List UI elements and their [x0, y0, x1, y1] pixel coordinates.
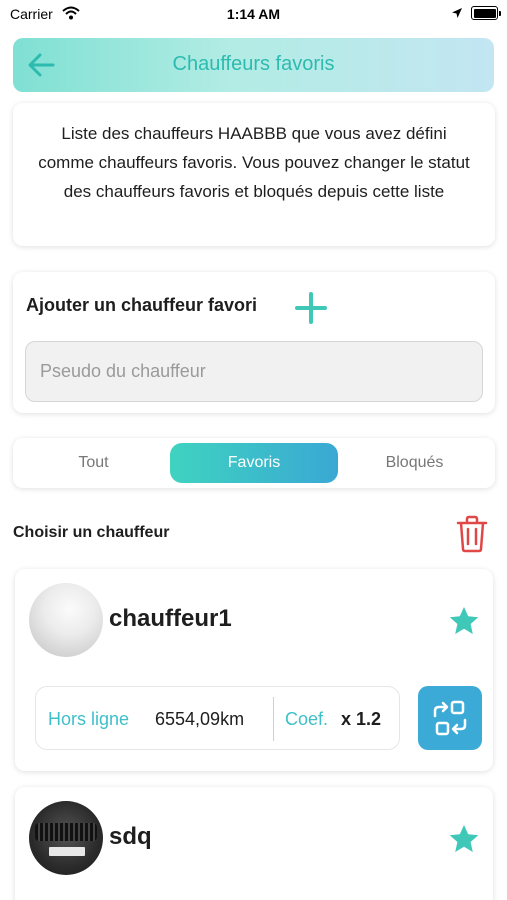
driver-card[interactable]: sdq	[15, 787, 493, 900]
battery-icon	[471, 6, 501, 20]
driver-avatar	[29, 801, 103, 875]
coef-value: x 1.2	[341, 709, 382, 729]
star-icon[interactable]	[448, 823, 480, 855]
info-card: Liste des chauffeurs HAABBB que vous ave…	[13, 103, 495, 246]
swap-icon	[433, 700, 467, 736]
coef-label: Coef.	[285, 709, 329, 729]
plus-icon[interactable]	[295, 292, 327, 324]
status-bar: Carrier 1:14 AM	[0, 0, 507, 30]
star-icon[interactable]	[448, 605, 480, 637]
change-status-button[interactable]	[418, 686, 482, 750]
driver-name: chauffeur1	[109, 605, 232, 632]
section-title: Choisir un chauffeur	[13, 524, 170, 541]
tab-blocked[interactable]: Bloqués	[336, 443, 493, 483]
driver-distance: 6554,09km	[155, 709, 245, 729]
driver-stats: Hors ligne 6554,09km Coef. x 1.2	[35, 686, 400, 750]
driver-status: Hors ligne	[48, 709, 130, 729]
header-bar: Chauffeurs favoris	[13, 38, 494, 92]
trash-icon[interactable]	[455, 515, 489, 553]
tab-all[interactable]: Tout	[15, 443, 172, 483]
add-favorite-title: Ajouter un chauffeur favori	[26, 295, 258, 315]
status-time: 1:14 AM	[226, 6, 281, 22]
add-favorite-card: Ajouter un chauffeur favori	[13, 272, 495, 413]
driver-pseudo-input[interactable]	[25, 341, 483, 402]
driver-card[interactable]: chauffeur1 Hors ligne 6554,09km Coef. x …	[15, 569, 493, 771]
info-text: Liste des chauffeurs HAABBB que vous ave…	[38, 124, 470, 201]
driver-name: sdq	[109, 823, 152, 850]
location-arrow-icon	[452, 8, 462, 18]
stats-divider	[273, 697, 274, 741]
filter-tabs: Tout Favoris Bloqués	[13, 438, 495, 488]
page-title: Chauffeurs favoris	[172, 53, 335, 75]
driver-avatar	[29, 583, 103, 657]
tab-favorites[interactable]: Favoris	[170, 443, 338, 483]
